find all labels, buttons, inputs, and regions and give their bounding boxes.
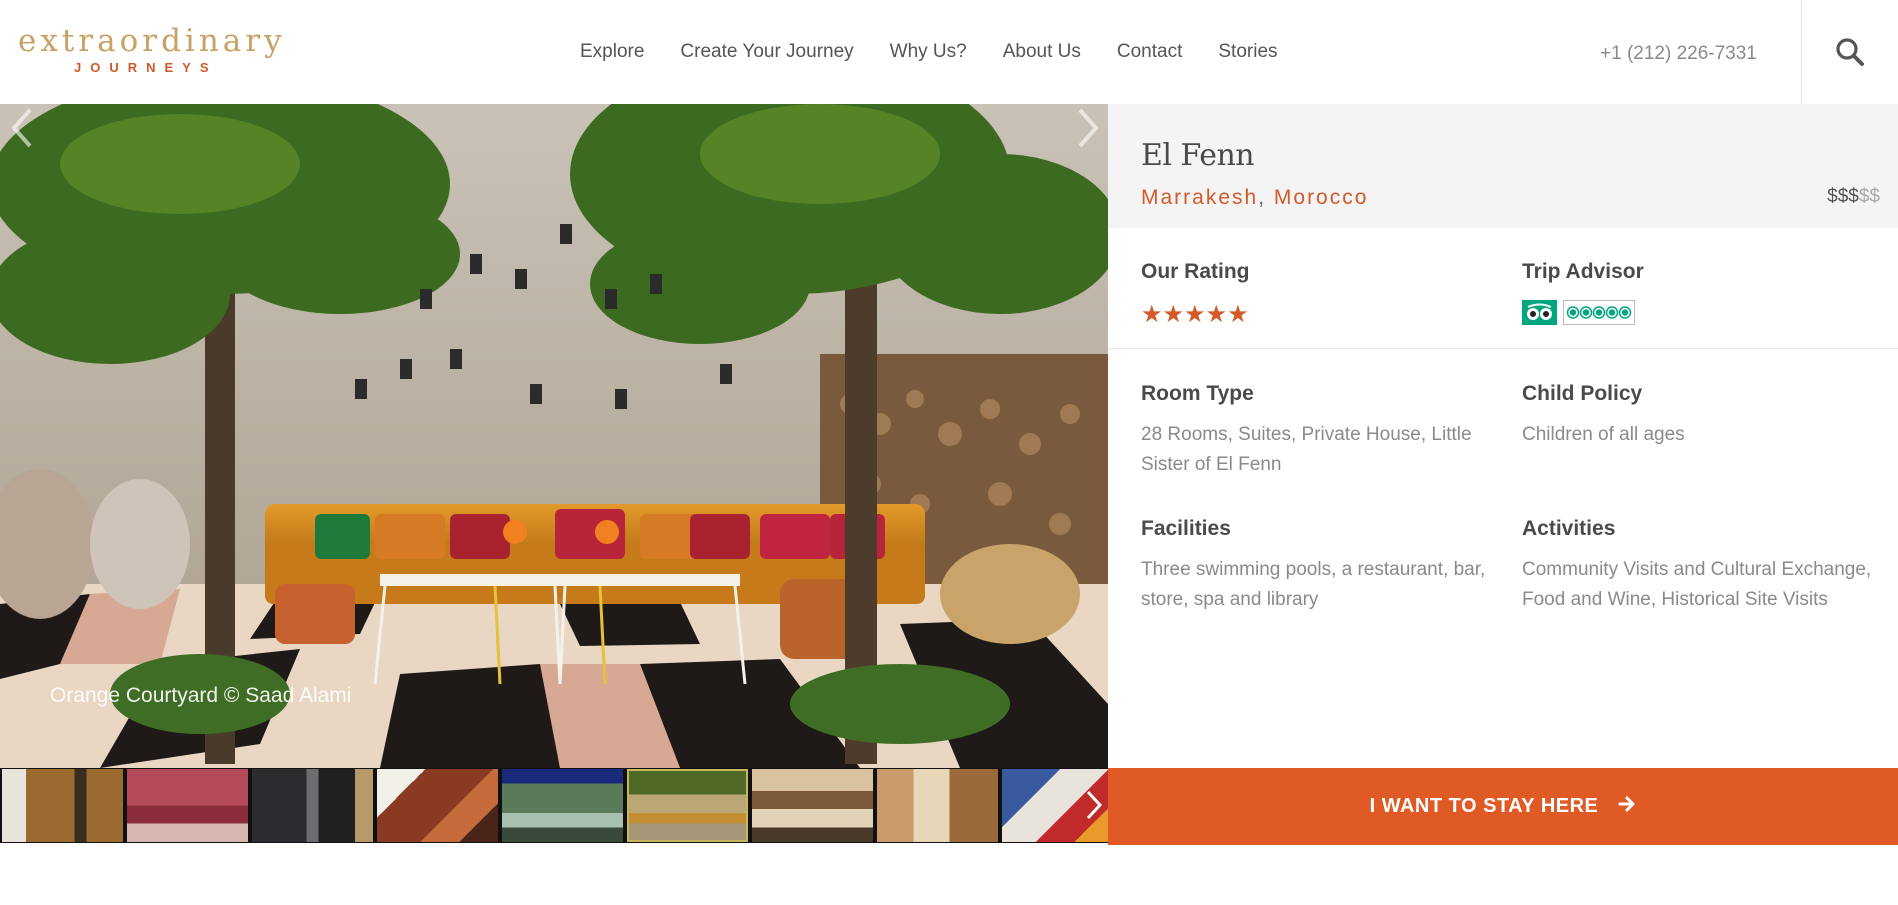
nav-create-your-journey[interactable]: Create Your Journey [680, 41, 853, 63]
stay-here-label: I WANT TO STAY HERE [1369, 795, 1599, 817]
prev-image-button[interactable] [6, 104, 36, 152]
next-image-button[interactable] [1074, 104, 1104, 152]
site-header: extraordinary JOURNEYS Explore Create Yo… [0, 0, 1898, 104]
trip-advisor-rating[interactable] [1522, 300, 1635, 325]
city-link[interactable]: Marrakesh [1141, 186, 1258, 209]
thumbnail[interactable] [877, 769, 998, 842]
activities-value: Community Visits and Cultural Exchange, … [1522, 559, 1872, 610]
stay-here-button[interactable]: I WANT TO STAY HERE [1108, 768, 1898, 845]
search-icon [1836, 38, 1864, 66]
nav-why-us[interactable]: Why Us? [890, 41, 967, 63]
our-rating-label: Our Rating [1141, 260, 1250, 283]
child-policy-value: Children of all ages [1522, 424, 1685, 445]
child-policy-label: Child Policy [1522, 382, 1643, 405]
country-link[interactable]: Morocco [1274, 186, 1369, 209]
thumbnail[interactable] [627, 769, 748, 842]
thumbnail[interactable] [502, 769, 623, 842]
thumbnail[interactable] [252, 769, 373, 842]
arrow-right-icon [1618, 795, 1636, 819]
price-active: $$$ [1827, 186, 1859, 207]
hotel-details-panel: El Fenn Marrakesh, Morocco $$$$$ Our Rat… [1108, 104, 1898, 768]
trip-advisor-owl-icon [1522, 300, 1557, 325]
image-caption: Orange Courtyard © Saad Alami [50, 684, 352, 707]
hotel-name: El Fenn [1141, 138, 1255, 173]
location-separator: , [1258, 186, 1267, 209]
nav-about-us[interactable]: About Us [1003, 41, 1081, 63]
main-nav: Explore Create Your Journey Why Us? Abou… [562, 0, 1296, 104]
search-button[interactable] [1801, 0, 1898, 104]
section-divider [1108, 348, 1898, 349]
phone-number[interactable]: +1 (212) 226-7331 [1600, 0, 1757, 104]
logo-wordmark: extraordinary [18, 23, 286, 59]
nav-contact[interactable]: Contact [1117, 41, 1182, 63]
nav-stories[interactable]: Stories [1218, 41, 1277, 63]
facilities-value: Three swimming pools, a restaurant, bar,… [1141, 559, 1486, 610]
our-rating-stars: ★★★★★ [1141, 301, 1249, 328]
activities-label: Activities [1522, 517, 1616, 540]
price-level: $$$$$ [1827, 186, 1880, 208]
logo-subtitle: JOURNEYS [74, 60, 218, 75]
trip-advisor-label: Trip Advisor [1522, 260, 1644, 283]
nav-explore[interactable]: Explore [580, 41, 644, 63]
thumbnail[interactable] [752, 769, 873, 842]
thumbnail[interactable] [377, 769, 498, 842]
room-type-value: 28 Rooms, Suites, Private House, Little … [1141, 424, 1472, 475]
facilities-label: Facilities [1141, 517, 1231, 540]
site-logo[interactable]: extraordinary JOURNEYS [18, 23, 286, 80]
courtyard-photo [0, 104, 1108, 768]
hotel-title-box: El Fenn Marrakesh, Morocco $$$$$ [1108, 104, 1898, 228]
thumbnails-next-button[interactable] [1084, 788, 1104, 822]
hero-image: Orange Courtyard © Saad Alami [0, 104, 1108, 768]
trip-advisor-bubbles-icon [1563, 300, 1635, 325]
thumbnail[interactable] [127, 769, 248, 842]
hotel-location: Marrakesh, Morocco [1141, 186, 1368, 210]
room-type-label: Room Type [1141, 382, 1254, 405]
thumbnail[interactable] [2, 769, 123, 842]
thumbnail-strip [0, 768, 1108, 843]
price-inactive: $$ [1858, 186, 1880, 207]
